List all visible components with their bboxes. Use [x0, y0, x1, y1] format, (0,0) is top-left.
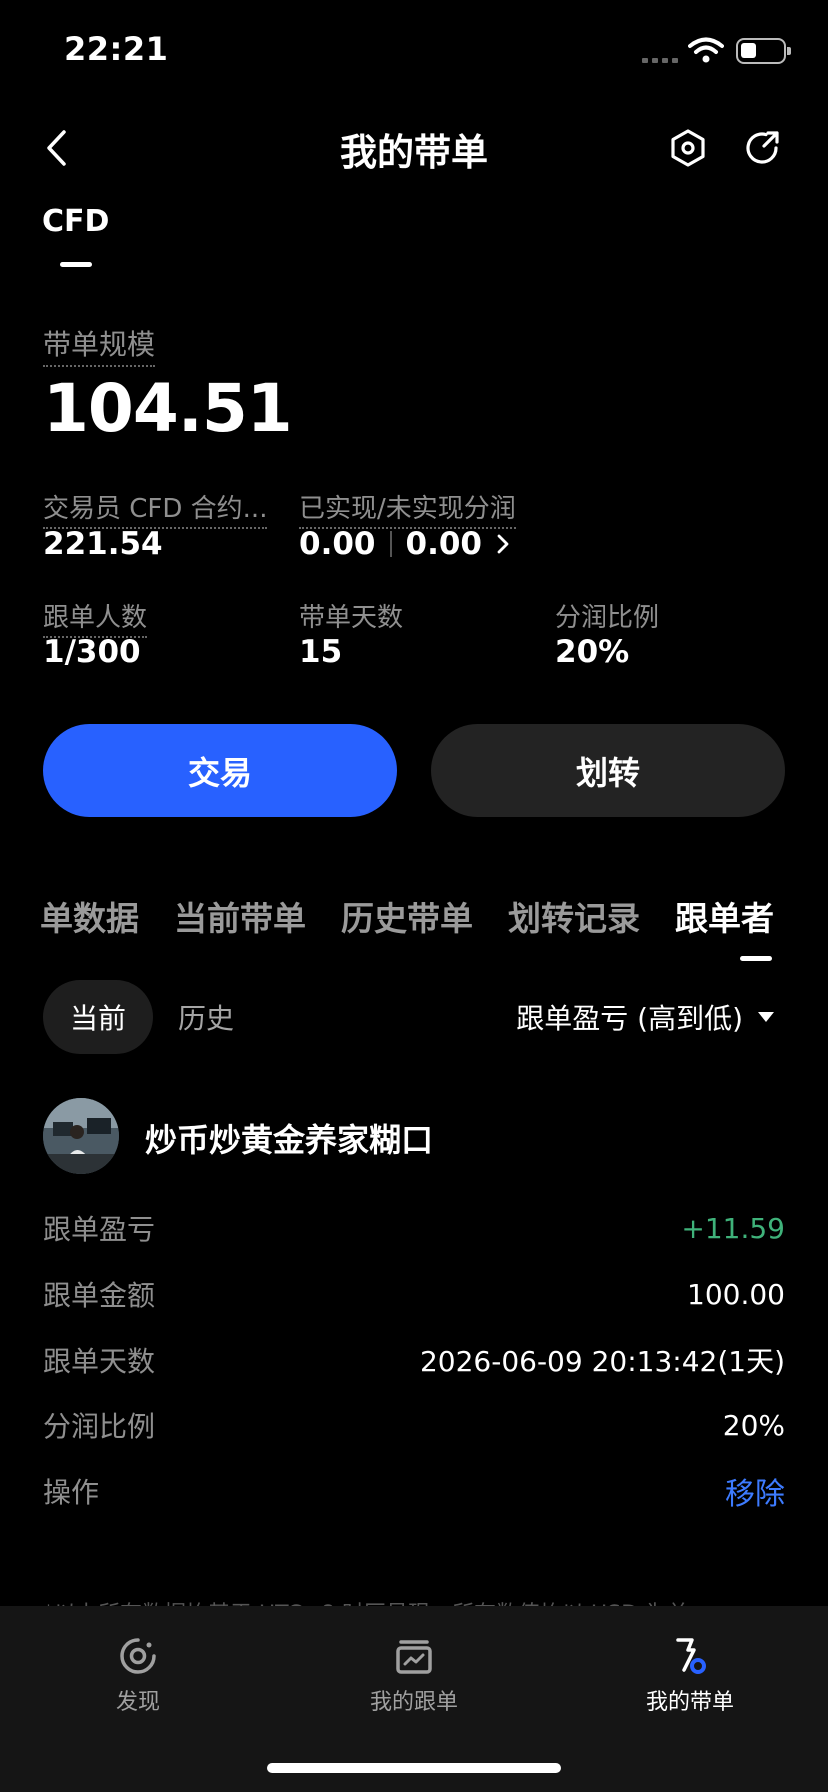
tabbar-discover-label: 发现 — [115, 1690, 160, 1715]
tabbar-my-lead-label: 我的带单 — [645, 1690, 734, 1715]
tabbar-my-lead[interactable]: 我的带单 — [610, 1636, 770, 1716]
active-tab-indicator — [740, 956, 772, 961]
chart-folder-icon — [396, 1640, 432, 1674]
divider — [389, 531, 392, 557]
tabbar-my-follow[interactable]: 我的跟单 — [334, 1636, 494, 1716]
caret-down-icon — [758, 1012, 774, 1022]
cellular-signal-icon — [642, 58, 678, 63]
settings-button[interactable] — [666, 126, 710, 170]
follow-pnl-label: 跟单盈亏 — [43, 1213, 156, 1246]
follow-days-value: 2026-06-09 20:13:42(1天) — [419, 1345, 785, 1378]
profit-share-label[interactable]: 已实现/未实现分润 — [299, 488, 516, 529]
filter-current-button[interactable]: 当前 — [43, 980, 153, 1054]
follow-ratio-value: 20% — [722, 1408, 785, 1442]
sort-dropdown[interactable]: 跟单盈亏 (高到低) — [516, 980, 775, 1054]
unrealized-profit-share: 0.00 — [405, 526, 483, 562]
tab-followers[interactable]: 跟单者 — [675, 892, 774, 940]
profit-share-values[interactable]: 0.00 0.00 — [299, 526, 510, 562]
follow-ratio-row: 分润比例 20% — [43, 1405, 785, 1445]
operation-label: 操作 — [43, 1476, 100, 1509]
follow-days-label: 跟单天数 — [43, 1345, 156, 1378]
sort-label: 跟单盈亏 (高到低) — [516, 1002, 743, 1035]
follow-pnl-value: +11.59 — [681, 1211, 785, 1245]
share-ratio-label: 分润比例 — [555, 603, 660, 633]
wifi-icon — [688, 37, 724, 63]
realized-profit-share: 0.00 — [299, 526, 376, 562]
trade-button[interactable]: 交易 — [43, 724, 397, 817]
follow-days-row: 跟单天数 2026-06-09 20:13:42(1天) — [43, 1340, 785, 1380]
chevron-right-icon — [497, 534, 509, 554]
contract-value: 221.54 — [43, 526, 163, 562]
home-indicator — [267, 1763, 561, 1773]
lead-scale-value: 104.51 — [43, 370, 293, 447]
filter-history-button[interactable]: 历史 — [178, 980, 234, 1054]
share-button[interactable] — [740, 126, 784, 170]
transfer-button[interactable]: 划转 — [431, 724, 785, 817]
section-tabs: 单数据 当前带单 历史带单 划转记录 跟单者 — [40, 892, 774, 940]
follow-ratio-label: 分润比例 — [43, 1410, 156, 1443]
follow-amount-label: 跟单金额 — [43, 1279, 156, 1312]
battery-icon — [736, 38, 791, 64]
contract-label[interactable]: 交易员 CFD 合约... — [43, 488, 268, 529]
share-arrow-icon — [746, 131, 779, 164]
tab-transfer-records[interactable]: 划转记录 — [508, 892, 640, 940]
tab-cfd[interactable]: CFD — [42, 204, 109, 239]
flag-icon — [676, 1638, 706, 1674]
tab-history-leads[interactable]: 历史带单 — [341, 892, 473, 940]
settings-hexagon-icon — [671, 129, 705, 167]
tabbar-my-follow-label: 我的跟单 — [369, 1690, 458, 1715]
operation-row: 操作 移除 — [43, 1469, 785, 1513]
follower-name: 炒币炒黄金养家糊口 — [145, 1121, 434, 1159]
active-tab-indicator — [60, 262, 92, 267]
lead-days-label: 带单天数 — [299, 603, 404, 633]
follow-amount-value: 100.00 — [687, 1277, 785, 1311]
share-ratio-value: 20% — [555, 634, 630, 670]
remove-follower-link[interactable]: 移除 — [725, 1469, 785, 1513]
discover-icon — [120, 1638, 156, 1674]
tabbar-discover[interactable]: 发现 — [58, 1636, 218, 1716]
avatar — [43, 1098, 119, 1174]
follow-pnl-row: 跟单盈亏 +11.59 — [43, 1208, 785, 1248]
followers-label[interactable]: 跟单人数 — [43, 597, 148, 638]
status-time: 22:21 — [64, 30, 169, 68]
lead-scale-label[interactable]: 带单规模 — [43, 323, 156, 367]
follow-amount-row: 跟单金额 100.00 — [43, 1274, 785, 1314]
tab-current-leads[interactable]: 当前带单 — [174, 892, 306, 940]
tab-data[interactable]: 单数据 — [40, 892, 139, 940]
lead-days-value: 15 — [299, 634, 343, 670]
followers-value: 1/300 — [43, 634, 141, 670]
